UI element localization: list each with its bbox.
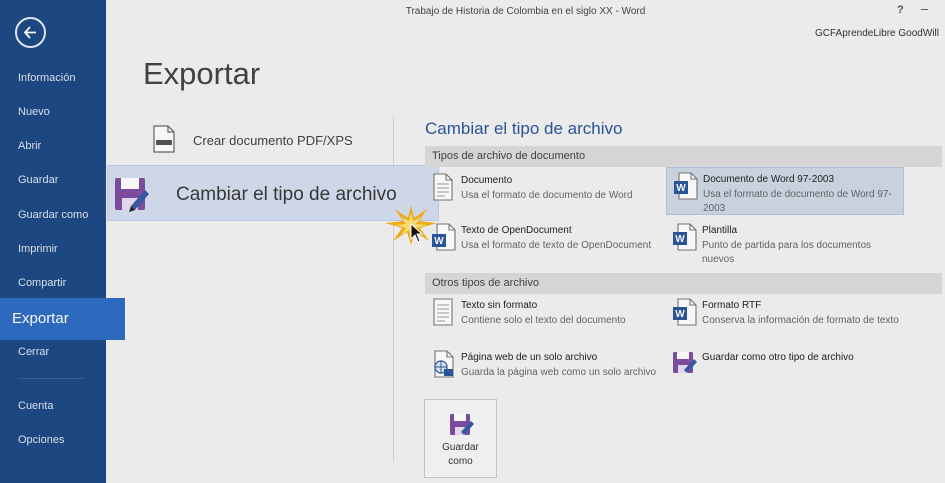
user-account-name[interactable]: GCFAprendeLibre GoodWill [815, 28, 939, 39]
nav-exportar[interactable]: Exportar [0, 298, 125, 340]
sidebar-divider [18, 378, 84, 379]
svg-text:W: W [675, 309, 685, 320]
file-type-name: Texto sin formato [461, 300, 538, 311]
file-type-description: Usa el formato de documento de Word 97-2… [703, 189, 892, 214]
minimize-button[interactable]: – [921, 1, 928, 16]
word-97-document-icon: W [674, 172, 698, 200]
file-type-otro-tipo[interactable]: Guardar como otro tipo de archivo [666, 346, 904, 394]
nav-informacion[interactable]: Información [0, 63, 106, 93]
save-as-button-label: Guardar como [425, 441, 496, 469]
title-bar: Trabajo de Historia de Colombia en el si… [106, 0, 945, 24]
file-type-rtf[interactable]: W Formato RTF Conserva la información de… [666, 294, 904, 342]
rtf-icon: W [673, 298, 697, 326]
file-type-description: Conserva la información de formato de te… [702, 315, 899, 326]
file-type-name: Página web de un solo archivo [461, 352, 598, 363]
file-type-opendocument[interactable]: W Texto de OpenDocument Usa el formato d… [425, 219, 663, 267]
word-document-icon [433, 173, 453, 201]
nav-guardar[interactable]: Guardar [0, 165, 106, 195]
pdf-document-icon [153, 125, 175, 153]
file-type-name: Texto de OpenDocument [461, 225, 572, 236]
opendocument-icon: W [432, 223, 456, 251]
file-type-description: Contiene solo el texto del documento [461, 315, 626, 326]
back-button[interactable] [15, 17, 46, 48]
file-type-name: Documento [461, 175, 513, 186]
mouse-pointer-icon [410, 223, 424, 243]
back-arrow-icon [23, 26, 36, 39]
save-as-icon [673, 352, 697, 373]
file-type-description: Guarda la página web como un solo archiv… [461, 367, 657, 378]
save-as-label-line1: Guardar [442, 442, 479, 453]
other-types-header: Otros tipos de archivo [425, 273, 942, 294]
create-pdf-xps-label: Crear documento PDF/XPS [193, 133, 353, 148]
file-type-name: Guardar como otro tipo de archivo [702, 352, 854, 363]
file-type-name: Documento de Word 97-2003 [703, 174, 835, 185]
help-button[interactable]: ? [897, 4, 904, 16]
file-type-pagina-web[interactable]: Página web de un solo archivo Guarda la … [425, 346, 663, 394]
svg-text:W: W [676, 183, 686, 194]
svg-text:W: W [434, 236, 444, 247]
file-type-description: Usa el formato de texto de OpenDocument [461, 240, 652, 251]
nav-abrir[interactable]: Abrir [0, 131, 106, 161]
plain-text-icon [433, 298, 453, 326]
nav-imprimir[interactable]: Imprimir [0, 234, 106, 264]
file-type-documento[interactable]: Documento Usa el formato de documento de… [425, 169, 663, 217]
svg-text:W: W [675, 234, 685, 245]
create-pdf-xps-option[interactable]: Crear documento PDF/XPS [150, 125, 390, 159]
file-type-description: Punto de partida para los documentos nue… [702, 240, 871, 265]
page-title: Exportar [143, 56, 261, 91]
document-types-header: Tipos de archivo de documento [425, 146, 942, 167]
change-file-type-label: Cambiar el tipo de archivo [176, 184, 397, 205]
nav-cerrar[interactable]: Cerrar [0, 337, 106, 367]
nav-opciones[interactable]: Opciones [0, 425, 106, 455]
backstage-sidebar: Información Nuevo Abrir Guardar Guardar … [0, 0, 125, 483]
file-type-name: Formato RTF [702, 300, 762, 311]
file-type-texto-sin-formato[interactable]: Texto sin formato Contiene solo el texto… [425, 294, 663, 342]
web-page-icon [434, 350, 454, 378]
save-as-button[interactable]: Guardar como [424, 399, 497, 478]
file-type-word-97-2003[interactable]: W Documento de Word 97-2003 Usa el forma… [666, 167, 904, 215]
document-title: Trabajo de Historia de Colombia en el si… [405, 6, 646, 17]
file-type-plantilla[interactable]: W Plantilla Punto de partida para los do… [666, 219, 904, 267]
word-backstage: Información Nuevo Abrir Guardar Guardar … [0, 0, 945, 483]
section-title: Cambiar el tipo de archivo [425, 119, 623, 138]
file-type-description: Usa el formato de documento de Word [461, 190, 633, 201]
nav-cuenta[interactable]: Cuenta [0, 391, 106, 421]
nav-guardar-como[interactable]: Guardar como [0, 200, 106, 230]
file-type-name: Plantilla [702, 225, 738, 236]
template-icon: W [673, 223, 697, 251]
nav-compartir[interactable]: Compartir [0, 268, 106, 298]
nav-nuevo[interactable]: Nuevo [0, 97, 106, 127]
save-as-icon [450, 414, 474, 435]
save-as-label-line2: como [448, 456, 473, 467]
save-as-icon [115, 178, 149, 212]
